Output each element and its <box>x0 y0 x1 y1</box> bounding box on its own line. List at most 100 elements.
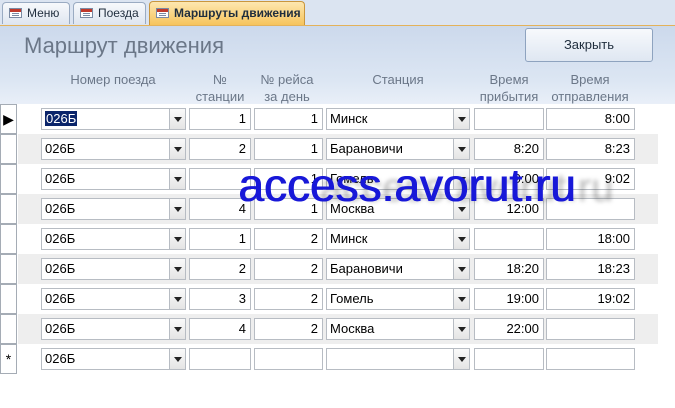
departure-field[interactable]: 8:23 <box>546 138 635 160</box>
station-no-field[interactable] <box>189 348 251 370</box>
dropdown-arrow-icon[interactable] <box>169 109 185 129</box>
station-no-field-value: 1 <box>238 111 246 126</box>
arrival-field-value: 8:20 <box>513 141 539 156</box>
trip-no-field[interactable]: 2 <box>254 228 323 250</box>
dropdown-arrow-icon[interactable] <box>169 169 185 189</box>
dropdown-arrow-icon[interactable] <box>169 199 185 219</box>
trip-no-field[interactable]: 2 <box>254 288 323 310</box>
station-no-field[interactable]: 3 <box>189 288 251 310</box>
departure-field[interactable]: 18:23 <box>546 258 635 280</box>
station-combo[interactable]: Москва <box>326 318 470 340</box>
station-combo[interactable] <box>326 348 470 370</box>
train-combo[interactable]: 026Б <box>41 138 186 160</box>
dropdown-arrow-icon[interactable] <box>453 229 469 249</box>
dropdown-arrow-icon[interactable] <box>453 109 469 129</box>
station-no-field-value: 3 <box>238 291 246 306</box>
dropdown-arrow-icon[interactable] <box>453 319 469 339</box>
trip-no-field[interactable]: 2 <box>254 318 323 340</box>
arrival-field[interactable]: 22:00 <box>474 318 544 340</box>
dropdown-arrow-icon[interactable] <box>169 349 185 369</box>
train-combo-value: 026Б <box>45 291 76 306</box>
record-selector[interactable] <box>0 314 17 344</box>
record-selector[interactable] <box>0 164 17 194</box>
arrival-field[interactable] <box>474 228 544 250</box>
column-header-trip-no: № рейса за день <box>260 72 314 104</box>
departure-field[interactable] <box>546 348 635 370</box>
trip-no-field-value: 2 <box>310 321 318 336</box>
record-selector[interactable] <box>0 134 17 164</box>
tab-label: Маршруты движения <box>174 6 301 20</box>
train-combo[interactable]: 026Б <box>41 228 186 250</box>
train-combo[interactable]: 026Б <box>41 318 186 340</box>
record-selector[interactable]: ▶ <box>0 104 17 134</box>
departure-field[interactable] <box>546 318 635 340</box>
dropdown-arrow-icon[interactable] <box>169 139 185 159</box>
tab-menu[interactable]: Меню <box>2 2 70 24</box>
tab-trains[interactable]: Поезда <box>73 2 146 24</box>
train-combo[interactable]: 026Б <box>41 168 186 190</box>
train-combo[interactable]: 026Б <box>41 288 186 310</box>
trip-no-field[interactable]: 2 <box>254 258 323 280</box>
trip-no-field[interactable]: 1 <box>254 108 323 130</box>
station-combo-value: Минск <box>330 111 368 126</box>
station-combo-value: Гомель <box>330 291 374 306</box>
close-button[interactable]: Закрыть <box>525 28 653 62</box>
arrival-field-value: 18:20 <box>506 261 539 276</box>
dropdown-arrow-icon[interactable] <box>169 319 185 339</box>
station-combo[interactable]: Гомель <box>326 288 470 310</box>
train-combo[interactable]: 026Б <box>41 108 186 130</box>
dropdown-arrow-icon[interactable] <box>169 229 185 249</box>
station-combo-value: Барановичи <box>330 141 403 156</box>
dropdown-arrow-icon[interactable] <box>169 289 185 309</box>
trip-no-field-value: 2 <box>310 261 318 276</box>
record-selector[interactable]: * <box>0 344 17 374</box>
station-no-field[interactable]: 1 <box>189 228 251 250</box>
station-no-field[interactable]: 4 <box>189 318 251 340</box>
record-selector[interactable] <box>0 284 17 314</box>
train-combo-value: 026Б <box>45 141 76 156</box>
dropdown-arrow-icon[interactable] <box>453 259 469 279</box>
station-combo-value: Минск <box>330 231 368 246</box>
arrival-field[interactable] <box>474 348 544 370</box>
dropdown-arrow-icon[interactable] <box>453 139 469 159</box>
departure-field[interactable]: 18:00 <box>546 228 635 250</box>
train-combo[interactable]: 026Б <box>41 348 186 370</box>
form-icon <box>80 8 93 18</box>
trip-no-field[interactable] <box>254 348 323 370</box>
station-no-field[interactable]: 2 <box>189 138 251 160</box>
arrival-field[interactable] <box>474 108 544 130</box>
train-combo-value: 026Б <box>45 171 76 186</box>
departure-field[interactable]: 19:02 <box>546 288 635 310</box>
station-no-field[interactable]: 2 <box>189 258 251 280</box>
train-combo[interactable]: 026Б <box>41 198 186 220</box>
record-selector[interactable] <box>0 224 17 254</box>
departure-field-value: 19:02 <box>597 291 630 306</box>
departure-field-value: 18:00 <box>597 231 630 246</box>
trip-no-field[interactable]: 1 <box>254 138 323 160</box>
dropdown-arrow-icon[interactable] <box>453 349 469 369</box>
dropdown-arrow-icon[interactable] <box>169 259 185 279</box>
station-combo[interactable]: Барановичи <box>326 138 470 160</box>
station-no-field[interactable]: 1 <box>189 108 251 130</box>
arrival-field-value: 19:00 <box>506 291 539 306</box>
arrival-field[interactable]: 8:20 <box>474 138 544 160</box>
trip-no-field-value: 1 <box>310 111 318 126</box>
dropdown-arrow-icon[interactable] <box>453 289 469 309</box>
record-selector[interactable] <box>0 194 17 224</box>
train-combo[interactable]: 026Б <box>41 258 186 280</box>
column-header-arrival: Время прибытия <box>479 72 539 104</box>
record-selector[interactable] <box>0 254 17 284</box>
station-combo[interactable]: Минск <box>326 228 470 250</box>
station-combo[interactable]: Минск <box>326 108 470 130</box>
arrival-field[interactable]: 19:00 <box>474 288 544 310</box>
train-combo-value: 026Б <box>45 351 76 366</box>
arrival-field[interactable]: 18:20 <box>474 258 544 280</box>
arrival-field-value: 22:00 <box>506 321 539 336</box>
departure-field[interactable]: 8:00 <box>546 108 635 130</box>
tab-routes[interactable]: Маршруты движения <box>149 1 305 25</box>
station-combo[interactable]: Барановичи <box>326 258 470 280</box>
trip-no-field-value: 1 <box>310 141 318 156</box>
form-icon <box>156 8 169 18</box>
tab-label: Поезда <box>98 6 139 20</box>
column-header-station: Станция <box>372 72 424 87</box>
